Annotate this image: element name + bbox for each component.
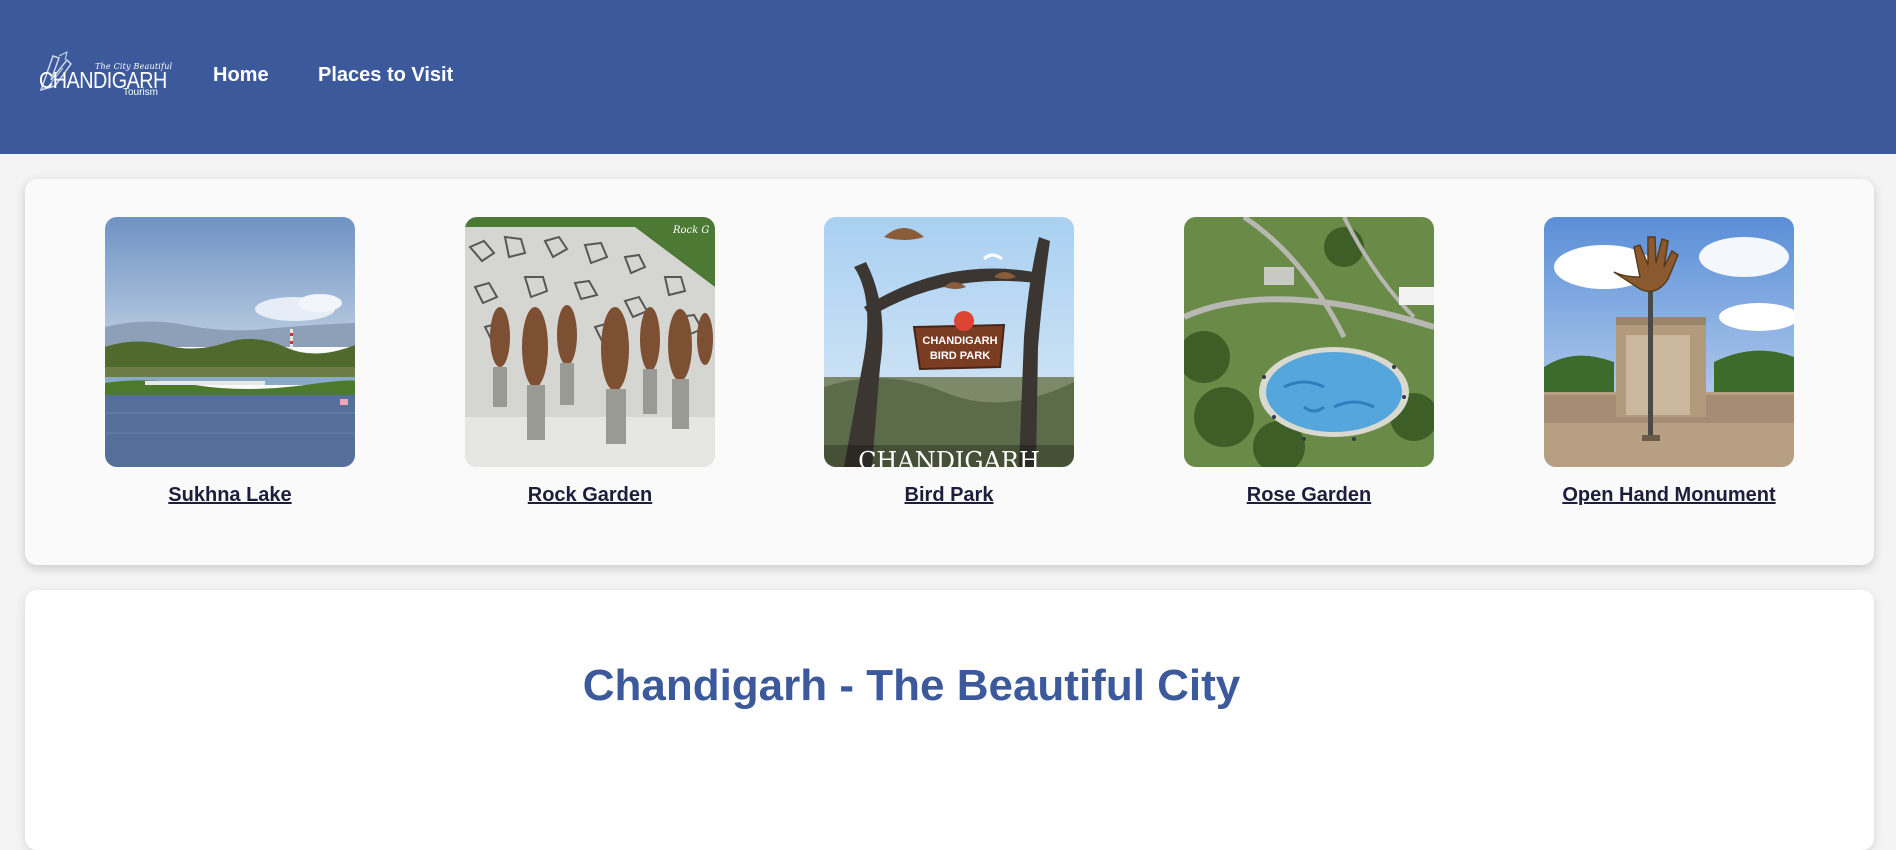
svg-text:CHANDIGARH: CHANDIGARH [858,447,1040,467]
sukhna-lake-link[interactable]: Sukhna Lake [168,484,291,507]
places-gallery: Sukhna Lake Rock G Rock Garden CHANDIGAR… [25,179,1874,565]
open-hand-monument-link[interactable]: Open Hand Monument [1562,484,1775,507]
svg-text:BIRD PARK: BIRD PARK [930,350,990,362]
rock-garden-link[interactable]: Rock Garden [528,484,652,507]
place-card-open-hand-monument: Open Hand Monument [1544,217,1794,507]
place-card-sukhna-lake: Sukhna Lake [105,217,355,507]
bird-park-link[interactable]: Bird Park [905,484,994,507]
rose-garden-image[interactable] [1184,217,1434,467]
rose-garden-link[interactable]: Rose Garden [1247,484,1371,507]
site-header: The City Beautiful CHANDIGARH Tourism Ho… [0,0,1896,154]
page-title: Chandigarh - The Beautiful City [582,661,1241,710]
sukhna-lake-image[interactable] [105,217,355,467]
rock-garden-image[interactable]: Rock G [465,217,715,467]
chandigarh-tourism-logo[interactable]: The City Beautiful CHANDIGARH Tourism [37,50,172,100]
place-card-rock-garden: Rock G Rock Garden [465,217,715,507]
logo-subtitle: Tourism [123,87,159,98]
intro-section: Chandigarh - The Beautiful City [25,590,1874,850]
nav-home-link[interactable]: Home [213,64,269,87]
bird-park-image[interactable]: CHANDIGARH BIRD PARK CHANDIGARH [824,217,1074,467]
svg-text:Rock G: Rock G [672,225,709,236]
place-card-bird-park: CHANDIGARH BIRD PARK CHANDIGARH Bird Par… [824,217,1074,507]
place-card-rose-garden: Rose Garden [1184,217,1434,507]
nav-places-to-visit-link[interactable]: Places to Visit [318,64,453,87]
open-hand-monument-image[interactable] [1544,217,1794,467]
svg-text:CHANDIGARH: CHANDIGARH [922,335,997,347]
